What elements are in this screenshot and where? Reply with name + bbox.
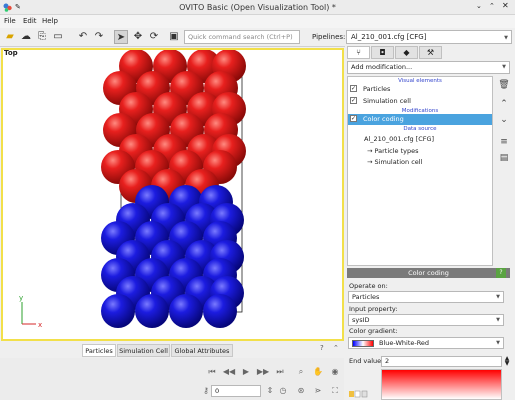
checkbox-checked-icon[interactable]: ✓ [350, 114, 357, 122]
gradient-icons[interactable] [349, 390, 377, 398]
window-title: OVITO Basic (Open Visualization Tool) * [179, 3, 336, 12]
add-modification-select[interactable]: Add modification... ▼ [347, 61, 510, 74]
menu-bar [0, 15, 515, 28]
item-label: Particles [363, 85, 391, 93]
camera-icon[interactable]: ▣ [167, 30, 181, 44]
spinner-arrows-icon[interactable]: ⇕ [263, 385, 277, 397]
pipeline-item-simulation-cell[interactable]: ✓ Simulation cell [348, 96, 492, 107]
particle-blue[interactable] [101, 294, 135, 328]
minimize-icon[interactable]: ⌄ [476, 2, 486, 10]
close-icon[interactable]: ✕ [502, 1, 512, 10]
gradient-swatch [352, 340, 374, 347]
tab-simulation-cell[interactable]: Simulation Cell [117, 344, 170, 357]
maximize-icon[interactable]: ⌃ [489, 2, 499, 10]
first-frame-icon[interactable]: ⏮ [205, 366, 219, 378]
menu-help[interactable]: Help [42, 15, 58, 28]
select-mode-icon[interactable]: ➤ [114, 30, 128, 44]
viewport-top[interactable]: xy [1, 48, 344, 341]
pipeline-item-sim-cell-source[interactable]: → Simulation cell [348, 157, 492, 168]
checkbox-checked-icon[interactable]: ✓ [350, 96, 357, 104]
color-legend-bar [381, 369, 502, 400]
operate-on-label: Operate on: [349, 282, 388, 290]
frame-spinner[interactable]: 0 [211, 385, 261, 397]
pipeline-item-source[interactable]: Al_210_001.cfg [CFG] [348, 134, 492, 145]
next-frame-icon[interactable]: ▶▶ [256, 366, 270, 378]
color-gradient-label: Color gradient: [349, 327, 398, 335]
pipeline-item-particle-types[interactable]: → Particle types [348, 146, 492, 157]
undo-icon[interactable]: ↶ [76, 30, 90, 44]
end-value-label: End value: [349, 357, 384, 365]
checkbox-checked-icon[interactable]: ✓ [350, 84, 357, 92]
play-icon[interactable]: ▶ [239, 366, 253, 378]
add-modification-label: Add modification... [351, 63, 413, 71]
tab-tools-icon[interactable]: ⚒ [419, 46, 442, 59]
operate-on-value: Particles [352, 293, 380, 301]
animation-panel [0, 358, 344, 400]
move-down-icon[interactable]: ⌄ [497, 114, 511, 126]
end-value-spinner-icon[interactable]: ▲ ▼ [503, 356, 511, 367]
tab-pipeline-icon[interactable]: ⑂ [347, 46, 370, 59]
rotate-icon[interactable]: ⟳ [147, 30, 161, 44]
end-value: 2 [385, 357, 390, 365]
collapse-icon[interactable]: ⌃ [333, 344, 339, 352]
pick-orbit-icon[interactable]: ⊛ [294, 385, 308, 397]
last-frame-icon[interactable]: ⏭ [273, 366, 287, 378]
chevron-down-icon: ▼ [496, 317, 500, 323]
quick-command-search[interactable]: Quick command search (Ctrl+P) [184, 30, 300, 44]
tab-global-attributes[interactable]: Global Attributes [171, 344, 233, 357]
input-property-select[interactable]: sysID ▼ [348, 314, 504, 326]
previous-frame-icon[interactable]: ◀◀ [222, 366, 236, 378]
menu-file[interactable]: File [4, 15, 16, 28]
save-as-icon[interactable]: ▭ [51, 30, 65, 44]
pipeline-selector-value: Al_210_001.cfg [CFG] [351, 33, 427, 41]
clipboard-icon[interactable]: ▤ [497, 152, 511, 164]
list-icon[interactable]: ≡ [497, 136, 511, 148]
color-gradient-value: Blue-White-Red [379, 339, 430, 347]
particle-blue[interactable] [203, 294, 237, 328]
pipeline-selector[interactable]: Al_210_001.cfg [CFG] ▼ [346, 30, 512, 44]
color-gradient-select[interactable]: Blue-White-Red ▼ [348, 337, 504, 349]
pipeline-item-particles[interactable]: ✓ Particles [348, 84, 492, 95]
axis-y-label: y [19, 294, 23, 302]
operate-on-select[interactable]: Particles ▼ [348, 291, 504, 303]
help-button[interactable]: ? [496, 268, 506, 278]
chevron-down-icon: ▼ [502, 64, 506, 70]
tab-overlay-icon[interactable]: ◆ [395, 46, 418, 59]
delete-icon[interactable]: 🗑 [497, 79, 511, 91]
redo-icon[interactable]: ↷ [92, 30, 106, 44]
zoom-icon[interactable]: ⌕ [294, 366, 308, 378]
item-label: Simulation cell [363, 97, 411, 105]
save-icon[interactable]: ⎘ [35, 30, 49, 44]
orbit-eye-icon[interactable]: ◉ [328, 366, 342, 378]
particle-blue[interactable] [169, 294, 203, 328]
move-icon[interactable]: ✥ [131, 30, 145, 44]
tab-particles[interactable]: Particles [82, 344, 116, 357]
particle-blue[interactable] [135, 294, 169, 328]
fov-icon[interactable]: ⋗ [311, 385, 325, 397]
animation-settings-icon[interactable]: ◷ [276, 385, 290, 397]
menu-edit[interactable]: Edit [23, 15, 37, 28]
move-up-icon[interactable]: ⌃ [497, 98, 511, 110]
axis-x-label: x [38, 321, 42, 329]
input-property-label: Input property: [349, 305, 398, 313]
chevron-down-icon: ▼ [504, 35, 508, 41]
chevron-down-icon: ▼ [496, 340, 500, 346]
pan-hand-icon[interactable]: ✋ [311, 366, 325, 378]
chevron-down-icon: ▼ [496, 294, 500, 300]
tab-render-icon[interactable]: ◘ [371, 46, 394, 59]
color-coding-header: Color coding [347, 268, 510, 278]
pipeline-item-color-coding[interactable]: ✓ Color coding [348, 114, 492, 125]
zoom-all-icon[interactable]: ⛶ [328, 385, 342, 397]
help-icon[interactable]: ? [320, 344, 324, 352]
frame-value: 0 [215, 387, 220, 395]
cloud-download-icon[interactable]: ☁ [19, 30, 33, 44]
viewport-caption[interactable]: Top [4, 49, 18, 57]
open-folder-icon[interactable]: ▰ [3, 30, 17, 44]
particle-scene[interactable]: xy [3, 49, 342, 339]
pipelines-label: Pipelines: [312, 33, 346, 41]
input-property-value: sysID [352, 316, 370, 324]
end-value-field[interactable]: 2 [381, 356, 502, 367]
section-data-source: Data source [403, 126, 437, 132]
item-label: Color coding [363, 115, 404, 123]
